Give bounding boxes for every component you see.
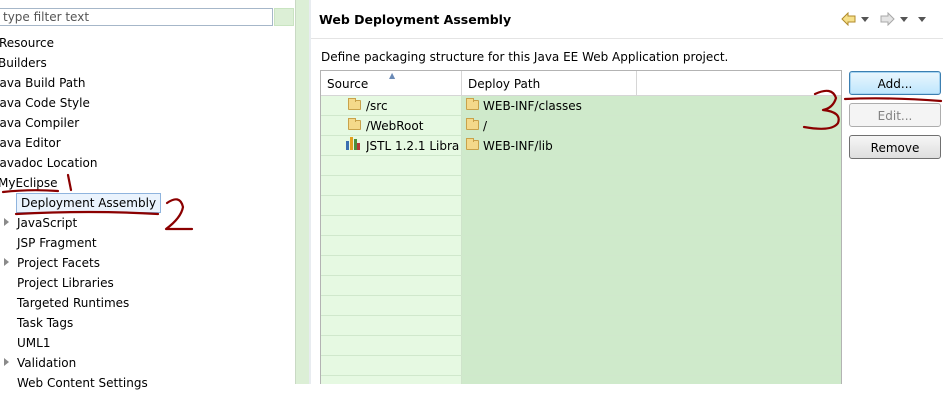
deploy-path-cell: / bbox=[483, 119, 488, 133]
tree-item-label: Java Code Style bbox=[0, 96, 90, 110]
tree-item-label: Deployment Assembly bbox=[21, 196, 157, 210]
tree-item-label: MyEclipse bbox=[0, 176, 58, 190]
column-header-filler bbox=[637, 71, 841, 95]
deploy-path-cell: WEB-INF/classes bbox=[483, 99, 582, 113]
row-divider bbox=[321, 195, 841, 196]
source-cell: /WebRoot bbox=[366, 119, 424, 133]
tree-item-myeclipse[interactable]: MyEclipse bbox=[0, 173, 58, 193]
expand-arrow-icon[interactable] bbox=[0, 253, 14, 273]
tree-item-targeted-runtimes[interactable]: Targeted Runtimes bbox=[17, 293, 129, 313]
tree-item-label: Web Content Settings bbox=[17, 376, 148, 390]
tree-item-label: Java Compiler bbox=[0, 116, 80, 130]
tree-item-resource[interactable]: Resource bbox=[0, 33, 54, 53]
tree-item-validation[interactable]: Validation bbox=[17, 353, 76, 373]
back-arrow-icon[interactable] bbox=[841, 11, 856, 30]
back-history-dropdown-icon[interactable] bbox=[861, 17, 869, 22]
tree-item-label: Targeted Runtimes bbox=[17, 296, 130, 310]
row-divider bbox=[321, 335, 841, 336]
tree-item-label: Builders bbox=[0, 56, 47, 70]
remove-button[interactable]: Remove bbox=[849, 135, 941, 159]
tree-item-java-compiler[interactable]: Java Compiler bbox=[0, 113, 79, 133]
sort-ascending-icon: ▲ bbox=[389, 71, 396, 80]
tree-item-task-tags[interactable]: Task Tags bbox=[17, 313, 73, 333]
expand-arrow-icon[interactable] bbox=[0, 213, 14, 233]
tree-item-builders[interactable]: Builders bbox=[0, 53, 47, 73]
row-divider bbox=[321, 175, 841, 176]
deploy-path-cell: WEB-INF/lib bbox=[483, 139, 553, 153]
column-header-label: Deploy Path bbox=[468, 77, 541, 91]
column-header-deploy-path[interactable]: Deploy Path bbox=[462, 71, 637, 95]
tree-item-uml1[interactable]: UML1 bbox=[17, 333, 50, 353]
library-icon bbox=[346, 137, 360, 150]
row-divider bbox=[321, 255, 841, 256]
folder-icon bbox=[466, 118, 479, 130]
row-divider bbox=[321, 295, 841, 296]
tree-item-java-editor[interactable]: Java Editor bbox=[0, 133, 61, 153]
tree-item-label: Javadoc Location bbox=[0, 156, 98, 170]
folder-icon bbox=[466, 138, 479, 150]
filter-box bbox=[0, 7, 295, 29]
filter-input[interactable] bbox=[0, 8, 273, 26]
tree-item-label: UML1 bbox=[17, 336, 51, 350]
source-cell: /src bbox=[366, 99, 388, 113]
expand-arrow-icon[interactable] bbox=[0, 353, 14, 373]
row-divider bbox=[321, 215, 841, 216]
folder-icon bbox=[348, 98, 361, 110]
tree-item-project-facets[interactable]: Project Facets bbox=[17, 253, 100, 273]
tree-item-label: Project Facets bbox=[17, 256, 100, 270]
source-cell: JSTL 1.2.1 Library bbox=[366, 139, 460, 153]
view-menu-icon[interactable] bbox=[918, 17, 926, 22]
tree-item-jsp-fragment[interactable]: JSP Fragment bbox=[17, 233, 97, 253]
deployment-assembly-table[interactable]: Source ▲ Deploy Path /src WEB-INF/classe… bbox=[320, 70, 842, 384]
edit-button[interactable]: Edit... bbox=[849, 103, 941, 127]
page-header: Web Deployment Assembly bbox=[311, 0, 943, 39]
tree-item-label: JavaScript bbox=[17, 216, 78, 230]
properties-navigation-panel: Resource Builders Java Build Path Java C… bbox=[0, 0, 295, 390]
tree-item-label: Validation bbox=[17, 356, 77, 370]
properties-page: Web Deployment Assembly Define packaging… bbox=[311, 0, 943, 384]
tree-item-label: Project Libraries bbox=[17, 276, 114, 290]
row-divider bbox=[321, 375, 841, 376]
page-description: Define packaging structure for this Java… bbox=[321, 50, 729, 64]
tree-item-javascript[interactable]: JavaScript bbox=[17, 213, 77, 233]
page-title: Web Deployment Assembly bbox=[319, 12, 512, 27]
row-divider bbox=[321, 315, 841, 316]
tree-item-java-code-style[interactable]: Java Code Style bbox=[0, 93, 90, 113]
tree-item-label: Java Editor bbox=[0, 136, 61, 150]
column-header-source[interactable]: Source ▲ bbox=[321, 71, 462, 95]
tree-item-web-content-settings[interactable]: Web Content Settings bbox=[17, 373, 148, 393]
clear-filter-icon[interactable] bbox=[274, 8, 294, 26]
table-header: Source ▲ Deploy Path bbox=[321, 71, 841, 96]
folder-icon bbox=[466, 98, 479, 110]
tree-item-label: Task Tags bbox=[17, 316, 74, 330]
column-header-label: Source bbox=[327, 77, 369, 91]
folder-icon bbox=[348, 118, 361, 130]
tree-item-label: Java Build Path bbox=[0, 76, 86, 90]
tree-item-deployment-assembly[interactable]: Deployment Assembly bbox=[16, 193, 162, 213]
row-divider bbox=[321, 355, 841, 356]
tree-item-java-build-path[interactable]: Java Build Path bbox=[0, 73, 85, 93]
forward-arrow-icon[interactable] bbox=[880, 11, 895, 30]
add-button[interactable]: Add... bbox=[849, 71, 941, 95]
tree-item-javadoc-location[interactable]: Javadoc Location bbox=[0, 153, 97, 173]
row-divider bbox=[321, 235, 841, 236]
left-scrollbar[interactable] bbox=[295, 0, 310, 384]
column-divider bbox=[461, 95, 462, 384]
tree-item-label: JSP Fragment bbox=[17, 236, 97, 250]
tree-item-label: Resource bbox=[0, 36, 55, 50]
forward-history-dropdown-icon[interactable] bbox=[900, 17, 908, 22]
row-divider bbox=[321, 275, 841, 276]
tree-item-project-libraries[interactable]: Project Libraries bbox=[17, 273, 114, 293]
